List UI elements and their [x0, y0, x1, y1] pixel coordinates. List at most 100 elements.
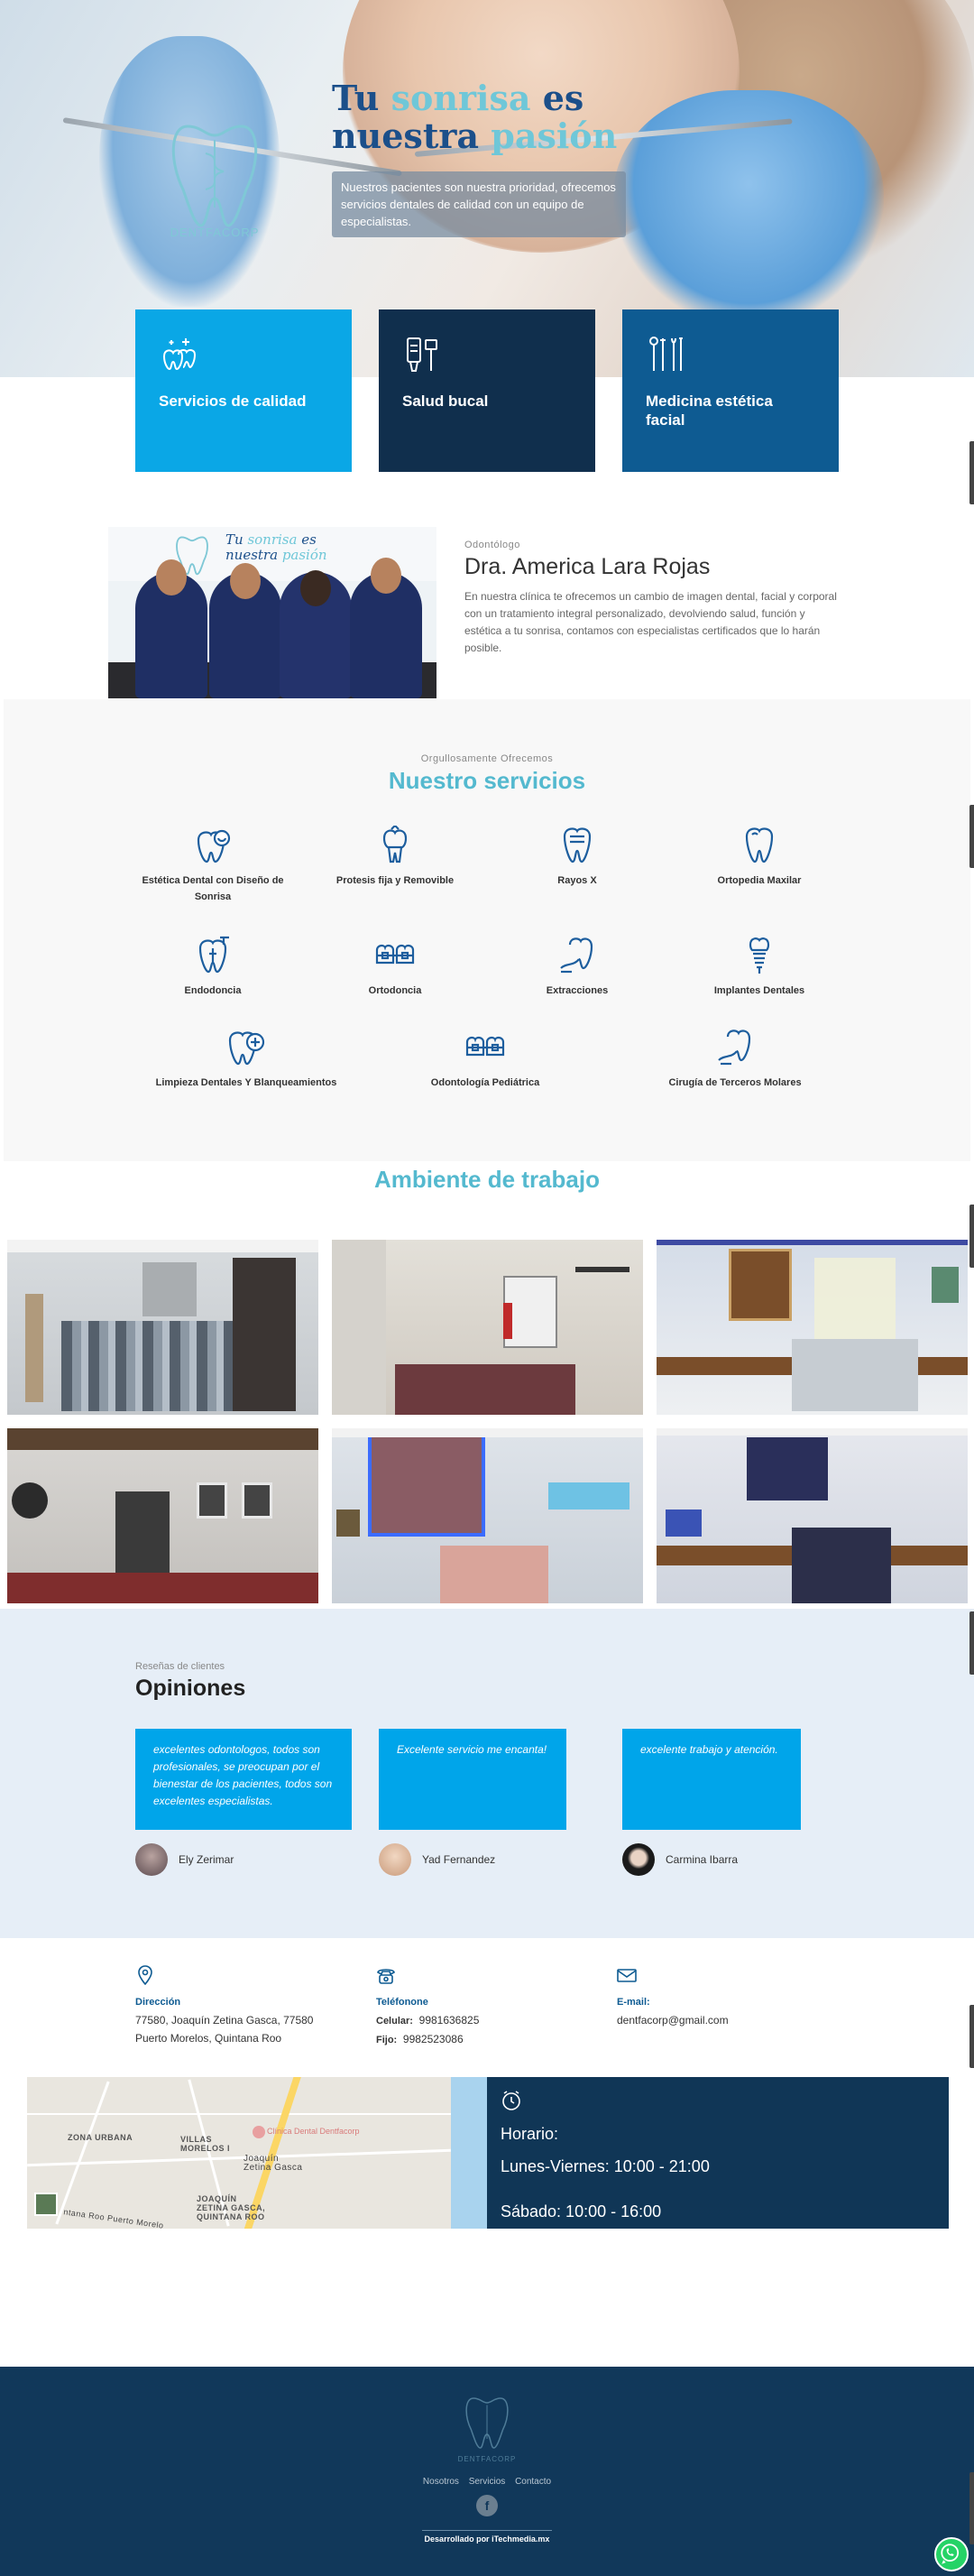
review-quote: excelente trabajo y atención.: [622, 1729, 801, 1830]
clock-icon: [502, 2091, 520, 2110]
hours-weekdays: Lunes-Viernes: 10:00 - 21:00: [501, 2157, 710, 2175]
reviewer-name: Yad Fernandez: [422, 1853, 496, 1866]
map-pin-label: Clínica Dental Dentfacorp: [267, 2127, 360, 2136]
workplace-photo-room[interactable]: [332, 1240, 643, 1415]
photo-frame: [242, 1482, 272, 1519]
page: DENTFACORP Tu sonrisa es nuestra pasión …: [0, 0, 974, 2576]
photo-floor: [395, 1364, 575, 1415]
workplace-photo-operatory[interactable]: [332, 1428, 643, 1603]
hero-intro-text: Nuestros pacientes son nuestra prioridad…: [332, 171, 626, 237]
side-scroll-tab[interactable]: [969, 2005, 974, 2068]
photo-stone-counter: [61, 1321, 242, 1411]
fixed-phone[interactable]: Fijo: 9982523086: [376, 2030, 602, 2049]
photo-clinic-sign: [747, 1437, 828, 1500]
service-label: Odontología Pediátrica: [430, 1077, 540, 1088]
side-scroll-tab[interactable]: [969, 1611, 974, 1675]
toothpaste-icon: [407, 337, 437, 372]
photo-dental-chair: [440, 1546, 548, 1603]
side-scroll-tab[interactable]: [969, 2472, 974, 2544]
reviews-subtitle: Reseñas de clientes: [135, 1661, 225, 1672]
service-label: Extracciones: [546, 985, 609, 996]
service-item[interactable]: Ortodoncia: [305, 936, 485, 999]
address-label: Dirección: [135, 1997, 181, 2008]
photo-smile-poster: [368, 1428, 485, 1537]
team-photo-slogan: Tu sonrisa es nuestra pasión: [225, 532, 327, 563]
service-item[interactable]: Cirugía de Terceros Molares: [640, 1028, 830, 1091]
footer-link-nosotros[interactable]: Nosotros: [423, 2477, 459, 2487]
workplace-photo-clinic[interactable]: [657, 1240, 968, 1415]
business-hours: Horario: Lunes-Viernes: 10:00 - 21:00 Sá…: [487, 2077, 949, 2229]
service-label: Estética Dental con Diseño de Sonrisa: [142, 875, 284, 902]
photo-wood-ceiling: [7, 1428, 318, 1450]
service-item[interactable]: Ortopedia Maxilar: [669, 826, 850, 889]
footer-credit[interactable]: Desarrollado por iTechmedia.mx: [0, 2534, 974, 2544]
feature-card-oral-health[interactable]: Salud bucal: [379, 309, 595, 472]
feature-card-quality[interactable]: Servicios de calidad: [135, 309, 352, 472]
service-item[interactable]: Rayos X: [487, 826, 667, 889]
feature-card-label: Servicios de calidad: [159, 392, 307, 410]
slogan-accent: pasión: [281, 547, 327, 563]
whatsapp-button[interactable]: [934, 2537, 969, 2571]
reviewer-name: Ely Zerimar: [179, 1853, 234, 1866]
services-title: Nuestro servicios: [388, 767, 586, 794]
map-pin-icon[interactable]: [253, 2126, 265, 2138]
photo-ceiling: [657, 1428, 968, 1436]
photo-wall-clock: [12, 1482, 48, 1519]
kids-braces-icon: [465, 1036, 505, 1057]
map-street: [55, 2081, 110, 2225]
avatar: [622, 1843, 655, 1876]
email-label: E-mail:: [617, 1997, 650, 2008]
workplace-title: Ambiente de trabajo: [374, 1166, 600, 1193]
photo-wall-art: [932, 1267, 959, 1303]
hero-title-accent: pasión: [491, 115, 618, 156]
service-item[interactable]: Odontología Pediátrica: [395, 1028, 575, 1091]
team-member-head: [300, 570, 331, 606]
service-item[interactable]: Estética Dental con Diseño de Sonrisa: [123, 826, 303, 905]
feature-card-aesthetic[interactable]: Medicina estética facial: [622, 309, 839, 472]
workplace-photo-clinica-dental[interactable]: [657, 1428, 968, 1603]
map-label: Joaquín Zetina Gasca: [244, 2154, 303, 2173]
slogan-part: Tu: [225, 531, 248, 548]
team-photo: Tu sonrisa es nuestra pasión: [108, 527, 436, 698]
reviewer: Ely Zerimar: [135, 1843, 234, 1876]
workplace-photo-office[interactable]: [7, 1428, 318, 1603]
service-label: Limpieza Dentales Y Blanqueamientos: [155, 1077, 337, 1088]
review-quote: Excelente servicio me encanta!: [379, 1729, 566, 1830]
facebook-icon[interactable]: f: [476, 2495, 498, 2516]
workplace-photo-reception[interactable]: [7, 1240, 318, 1415]
hours-saturday: Sábado: 10:00 - 16:00: [501, 2202, 662, 2221]
service-label: Ortodoncia: [368, 985, 422, 996]
photo-blue-light: [548, 1482, 629, 1510]
location-map[interactable]: ZONA URBANA VILLAS MORELOS I Joaquín Zet…: [27, 2077, 487, 2229]
side-scroll-tab[interactable]: [969, 1205, 974, 1268]
map-road-label: ntana Roo Puerto Morelo: [62, 2207, 165, 2229]
service-item[interactable]: Implantes Dentales: [669, 936, 850, 999]
service-item[interactable]: Limpieza Dentales Y Blanqueamientos: [152, 1028, 341, 1091]
fixed-label: Fijo:: [376, 2035, 398, 2045]
whatsapp-icon: [941, 2544, 960, 2564]
side-scroll-tab[interactable]: [969, 805, 974, 868]
service-label: Rayos X: [557, 875, 597, 886]
service-item[interactable]: Extracciones: [487, 936, 667, 999]
service-item[interactable]: Endodoncia: [123, 936, 303, 999]
tooth-prosthesis-icon: [382, 826, 408, 863]
map-street: [27, 2113, 451, 2115]
tooth-icon: [745, 827, 774, 863]
service-label: Endodoncia: [184, 985, 242, 996]
map-satellite-toggle[interactable]: [34, 2193, 58, 2216]
contact-email: E-mail: dentfacorp@gmail.com: [617, 1965, 842, 2029]
service-item[interactable]: Protesis fija y Removible: [305, 826, 485, 889]
side-scroll-tab[interactable]: [969, 441, 974, 504]
footer-link-servicios[interactable]: Servicios: [469, 2477, 506, 2487]
service-label: Ortopedia Maxilar: [717, 875, 802, 886]
photo-column: [332, 1240, 386, 1415]
email-link[interactable]: dentfacorp@gmail.com: [617, 2011, 842, 2029]
telephone-icon: [377, 1969, 395, 1984]
phone-label: Teléfonone: [376, 1997, 428, 2008]
braces-icon: [375, 944, 415, 965]
doctor-name: Dra. America Lara Rojas: [464, 554, 711, 579]
hours-title: Horario:: [501, 2125, 559, 2143]
photo-frame: [197, 1482, 227, 1519]
footer-link-contacto[interactable]: Contacto: [515, 2477, 551, 2487]
cell-phone[interactable]: Celular: 9981636825: [376, 2011, 602, 2030]
